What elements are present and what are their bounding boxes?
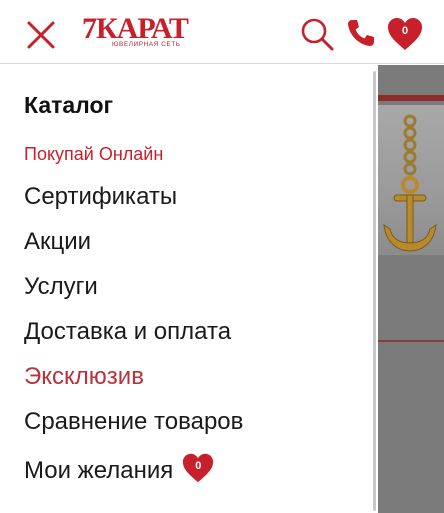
menu-item-services[interactable]: Услуги [24, 272, 98, 302]
header: 7КАРАТ ЮВЕЛИРНАЯ СЕТЬ 0 [0, 0, 444, 64]
menu-item-promotions[interactable]: Акции [24, 227, 91, 257]
phone-icon [348, 20, 374, 46]
search-button[interactable] [300, 17, 334, 51]
wishlist-badge-count: 0 [195, 460, 202, 472]
menu-scrollbar[interactable] [372, 65, 378, 513]
menu-item-wishlist[interactable]: Мои желания 0 [24, 452, 215, 486]
close-menu-button[interactable] [26, 20, 56, 50]
menu-item-catalog[interactable]: Каталог [24, 92, 113, 119]
menu-item-certificates[interactable]: Сертификаты [24, 182, 177, 212]
phone-button[interactable] [345, 17, 377, 49]
scroll-thumb[interactable] [373, 71, 376, 511]
wishlist-count: 0 [401, 25, 409, 37]
menu-item-buy-online[interactable]: Покупай Онлайн [24, 144, 163, 165]
navigation-menu: Каталог Покупай Онлайн Сертификаты Акции… [0, 65, 372, 513]
menu-item-delivery-payment[interactable]: Доставка и оплата [24, 317, 231, 347]
search-icon [301, 18, 334, 51]
backdrop-divider [378, 340, 444, 342]
menu-item-compare[interactable]: Сравнение товаров [24, 407, 243, 437]
page-backdrop[interactable] [378, 65, 444, 513]
logo[interactable]: 7КАРАТ ЮВЕЛИРНАЯ СЕТЬ [82, 12, 202, 52]
backdrop-banner-stripe [378, 95, 444, 101]
wishlist-badge: 0 [181, 452, 215, 484]
logo-subtitle: ЮВЕЛИРНАЯ СЕТЬ [112, 41, 181, 48]
wishlist-button[interactable]: 0 [386, 16, 424, 52]
menu-item-exclusive[interactable]: Эксклюзив [24, 362, 144, 392]
anchor-pendant-icon [383, 114, 437, 252]
close-icon [27, 21, 55, 49]
menu-item-wishlist-label: Мои желания [24, 457, 174, 484]
